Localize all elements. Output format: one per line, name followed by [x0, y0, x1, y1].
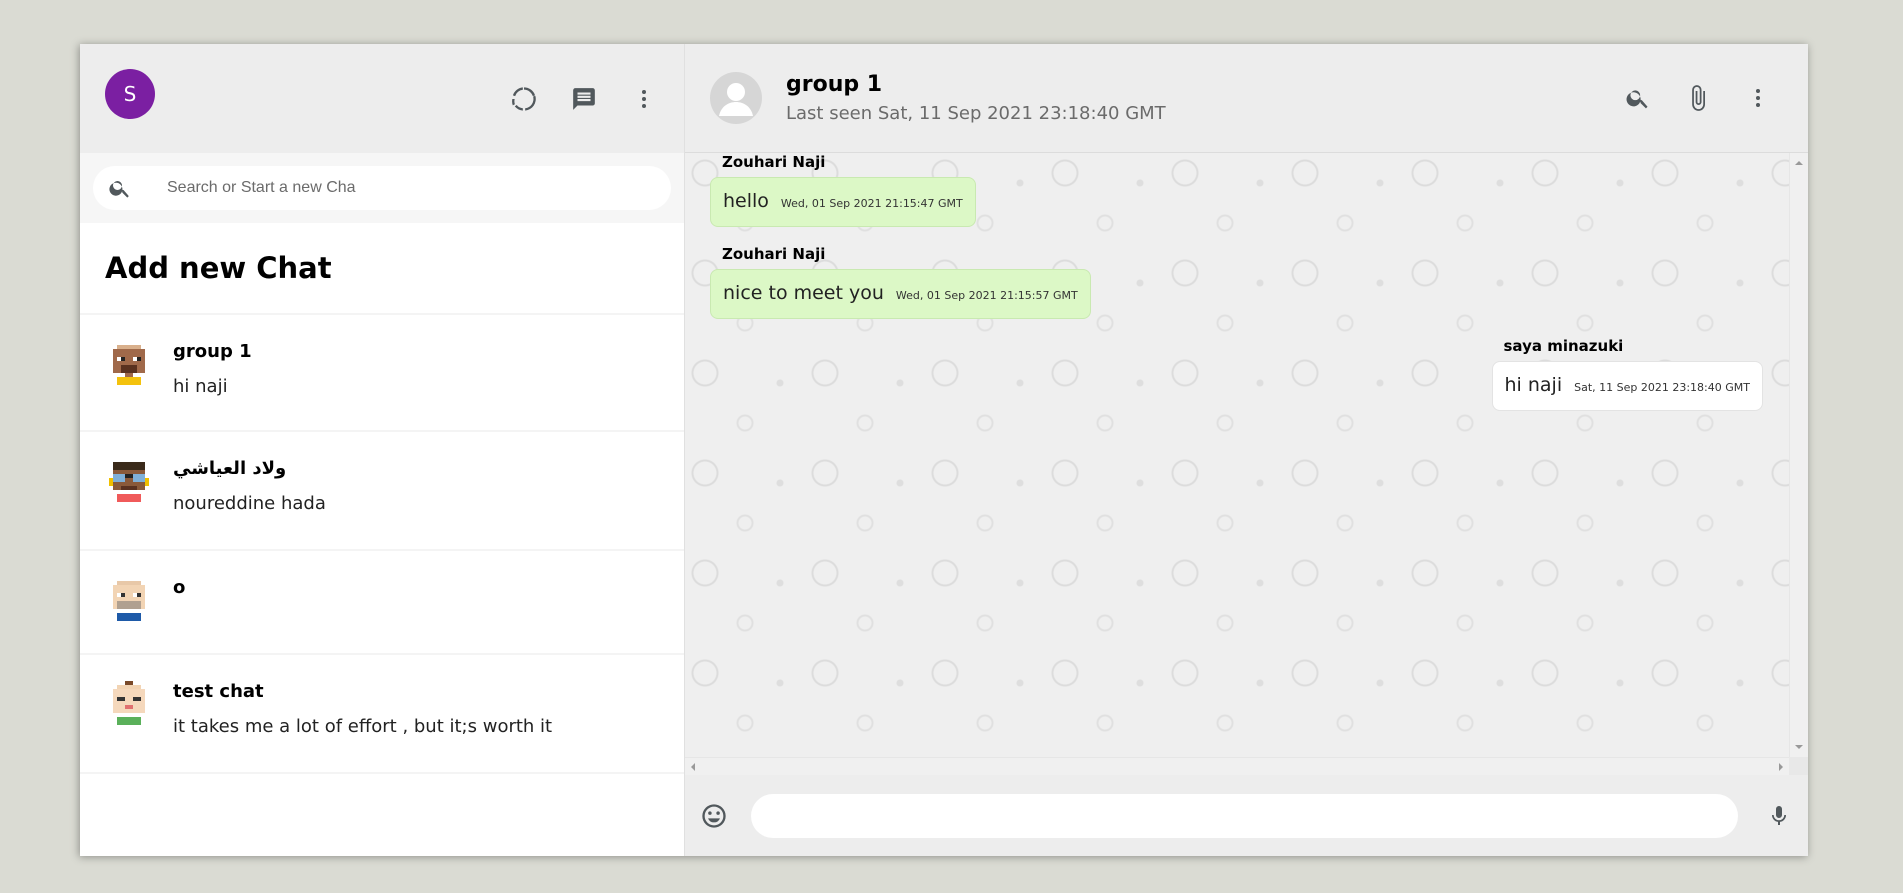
search-box: [93, 166, 671, 210]
sidebar: S Add new Chat: [80, 44, 685, 856]
chat-list-item[interactable]: group 1 hi naji: [80, 315, 684, 432]
search-icon: [109, 181, 129, 198]
message: saya minazuki hi naji Sat, 11 Sep 2021 2…: [1491, 337, 1763, 411]
chat-name: test chat: [173, 681, 264, 702]
message-bubble[interactable]: nice to meet you Wed, 01 Sep 2021 21:15:…: [710, 269, 1091, 319]
chat-last-message: noureddine hada: [173, 493, 326, 514]
chat-name: ولاد العياشي: [173, 458, 287, 479]
message-time: Wed, 01 Sep 2021 21:15:57 GMT: [895, 289, 1078, 302]
chat-header-icons: [1623, 83, 1773, 113]
add-new-chat-label: Add new Chat: [105, 251, 332, 285]
emoji-icon[interactable]: [699, 801, 729, 831]
chat-title: group 1: [786, 72, 883, 97]
pixel-avatar-baby-icon: [113, 681, 145, 725]
message-text: hello: [723, 190, 769, 212]
chat-avatar[interactable]: [710, 72, 762, 124]
chat-list-item[interactable]: ولاد العياشي noureddine hada: [80, 432, 684, 551]
last-seen: Last seen Sat, 11 Sep 2021 23:18:40 GMT: [786, 103, 1166, 124]
chat-panel: group 1 Last seen Sat, 11 Sep 2021 23:18…: [685, 44, 1808, 856]
sidebar-header-icons: [509, 84, 659, 114]
chat-footer: [685, 775, 1808, 856]
chat-list-item[interactable]: o: [80, 551, 684, 655]
pixel-avatar-brown-icon: [113, 345, 145, 385]
message: Zouhari Naji hello Wed, 01 Sep 2021 21:1…: [710, 153, 976, 227]
chat-messages[interactable]: Zouhari Naji hello Wed, 01 Sep 2021 21:1…: [685, 153, 1789, 757]
scroll-left-icon[interactable]: [687, 763, 695, 771]
vertical-scrollbar[interactable]: [1789, 153, 1808, 757]
chat-last-message: hi naji: [173, 376, 228, 397]
search-icon[interactable]: [1623, 83, 1653, 113]
chat-body-wrapper: Zouhari Naji hello Wed, 01 Sep 2021 21:1…: [685, 153, 1808, 775]
message-sender: Zouhari Naji: [722, 245, 826, 263]
message-time: Sat, 11 Sep 2021 23:18:40 GMT: [1574, 381, 1750, 394]
chat-icon[interactable]: [569, 84, 599, 114]
add-new-chat[interactable]: Add new Chat: [80, 223, 684, 315]
chat-last-message: it takes me a lot of effort , but it;s w…: [173, 716, 553, 737]
mic-icon[interactable]: [1764, 801, 1794, 831]
chat-list-item[interactable]: test chat it takes me a lot of effort , …: [80, 655, 684, 774]
app-window: S Add new Chat: [80, 44, 1808, 856]
chat-header: group 1 Last seen Sat, 11 Sep 2021 23:18…: [685, 44, 1808, 153]
message-text: hi naji: [1504, 374, 1563, 396]
message-time: Wed, 01 Sep 2021 21:15:47 GMT: [780, 197, 963, 210]
sidebar-header: S: [80, 44, 684, 153]
message-bubble[interactable]: hi naji Sat, 11 Sep 2021 23:18:40 GMT: [1491, 361, 1763, 411]
scroll-up-icon[interactable]: [1795, 157, 1803, 165]
message-sender: saya minazuki: [1503, 337, 1624, 355]
more-vert-icon[interactable]: [1743, 83, 1773, 113]
message: Zouhari Naji nice to meet you Wed, 01 Se…: [710, 245, 1091, 319]
status-icon[interactable]: [509, 84, 539, 114]
message-bubble[interactable]: hello Wed, 01 Sep 2021 21:15:47 GMT: [710, 177, 976, 227]
horizontal-scrollbar[interactable]: [685, 757, 1789, 775]
scroll-right-icon[interactable]: [1779, 763, 1787, 771]
chat-name: o: [173, 577, 186, 598]
search-input[interactable]: [167, 179, 647, 197]
default-user-icon: [719, 83, 753, 116]
search-bar: [80, 153, 684, 223]
chat-header-info[interactable]: group 1 Last seen Sat, 11 Sep 2021 23:18…: [786, 72, 1623, 124]
attach-icon[interactable]: [1683, 83, 1713, 113]
message-text: nice to meet you: [723, 282, 884, 304]
more-vert-icon[interactable]: [629, 84, 659, 114]
message-sender: Zouhari Naji: [722, 153, 826, 171]
pixel-avatar-bald-icon: [113, 581, 145, 621]
user-avatar[interactable]: S: [105, 68, 155, 119]
pixel-avatar-glasses-icon: [109, 462, 149, 502]
scroll-down-icon[interactable]: [1795, 745, 1803, 753]
chat-name: group 1: [173, 341, 252, 362]
message-input[interactable]: [751, 793, 1738, 838]
